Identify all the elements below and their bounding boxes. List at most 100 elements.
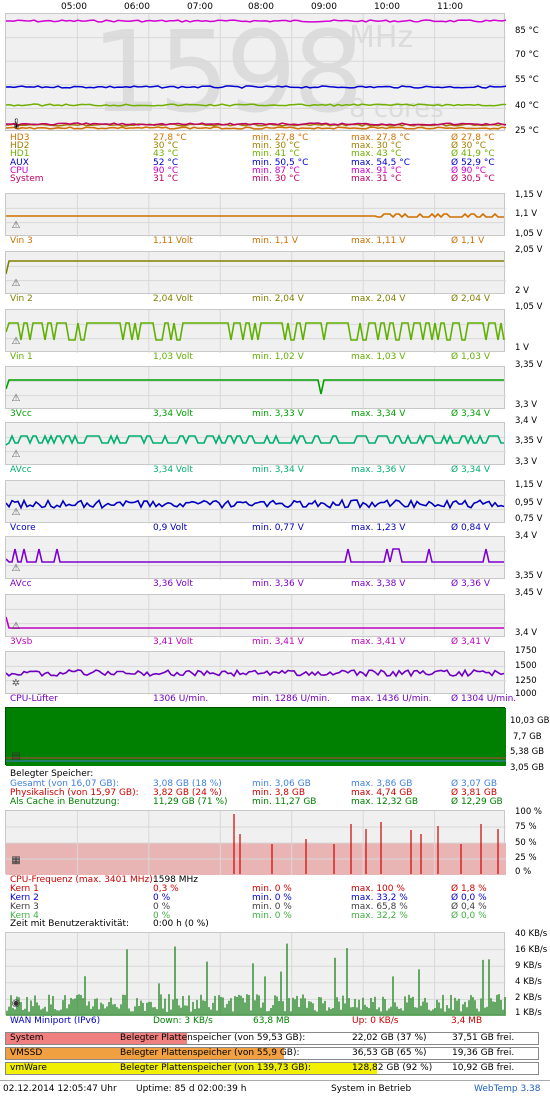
voltage-sensor-icon: ⚠ (11, 507, 21, 518)
fan-name: CPU-Lüfter (10, 694, 58, 704)
series-line (6, 260, 504, 275)
temperature-series-line (6, 126, 506, 130)
voltage-max: max. 1,11 V (351, 236, 406, 246)
axis-label: 0,75 V (515, 514, 543, 524)
voltage-name: Vin 1 (10, 352, 33, 362)
series-line (6, 616, 504, 629)
voltage-min: min. 3,34 V (252, 465, 304, 475)
axis-label: 1,15 V (515, 480, 543, 490)
voltage-chart (5, 422, 506, 466)
memory-avg: Ø 12,29 GB (451, 797, 503, 807)
temp-max: max. 31 °C (351, 174, 402, 184)
network-down: Down: 3 KB/s (153, 1016, 213, 1026)
axis-label: 9 KB/s (515, 961, 542, 971)
cpu-core-min: min. 0 % (252, 911, 292, 921)
axis-label: 3,35 V (515, 436, 543, 446)
voltage-name: 3Vcc (10, 409, 32, 419)
disk-free: 10,92 GB frei. (452, 1063, 515, 1073)
disk-name: System (10, 1033, 44, 1043)
voltage-avg: Ø 3,41 V (451, 637, 491, 647)
voltage-cur: 3,34 Volt (153, 465, 193, 475)
axis-label: 3,05 GB (510, 763, 545, 773)
voltage-cur: 2,04 Volt (153, 294, 193, 304)
voltage-min: min. 3,41 V (252, 637, 304, 647)
user-activity-value: 0:00 h (0 %) (153, 919, 209, 929)
fan-icon: ✲ (11, 678, 21, 689)
webtemp-link[interactable]: WebTemp 3.38 (474, 1084, 541, 1095)
time-label: 05:00 (61, 2, 87, 12)
network-adapter: WAN Miniport (IPv6) (10, 1016, 101, 1026)
temp-name: System (10, 174, 44, 184)
axis-label: 85 °C (515, 26, 539, 36)
voltage-chart (5, 594, 506, 638)
axis-label: 2 KB/s (515, 993, 542, 1003)
time-label: 10:00 (374, 2, 400, 12)
voltage-name: Vcore (10, 523, 36, 533)
memory-min: min. 11,27 GB (252, 797, 317, 807)
voltage-sensor-icon: ⚠ (11, 393, 21, 404)
axis-label: 3,4 V (515, 531, 538, 541)
voltage-chart (5, 309, 506, 353)
network-up: Up: 0 KB/s (352, 1016, 399, 1026)
thermometer-icon: 🌡 (10, 119, 23, 130)
temperature-series-line (6, 103, 506, 107)
voltage-avg: Ø 0,84 V (451, 523, 491, 533)
disk-label: Belegter Plattenspeicher (von 55,9 GB): (120, 1048, 300, 1058)
series-line (6, 668, 505, 678)
series-line (6, 212, 504, 219)
axis-label: 1000 (515, 689, 537, 699)
axis-label: 2 V (515, 286, 529, 296)
memory-chart (5, 707, 506, 766)
voltage-avg: Ø 3,36 V (451, 579, 491, 589)
voltage-min: min. 3,33 V (252, 409, 304, 419)
axis-label: 25 °C (515, 126, 539, 136)
disk-label: Belegter Plattenspeicher (von 59,53 GB): (120, 1033, 306, 1043)
disk-used: 22,02 GB (37 %) (352, 1033, 427, 1043)
voltage-name: AVcc (10, 465, 32, 475)
axis-label: 1750 (515, 646, 537, 656)
network-up-total: 3,4 MB (451, 1016, 483, 1026)
network-icon: ◉ (11, 998, 21, 1009)
axis-label: 1,1 V (515, 209, 538, 219)
voltage-cur: 3,34 Volt (153, 409, 193, 419)
footer-status: System in Betrieb (331, 1084, 412, 1094)
disk-label: Belegter Plattenspeicher (von 139,73 GB)… (120, 1063, 311, 1073)
voltage-min: min. 2,04 V (252, 294, 304, 304)
voltage-name: 3Vsb (10, 637, 33, 647)
voltage-name: Vin 2 (10, 294, 33, 304)
axis-label: 3,45 V (515, 588, 543, 598)
memory-icon: ▤ (11, 751, 21, 762)
voltage-avg: Ø 3,34 V (451, 465, 491, 475)
disk-name: VMSSD (10, 1048, 43, 1058)
voltage-max: max. 3,34 V (351, 409, 406, 419)
temperature-series-line (6, 19, 506, 23)
voltage-cur: 0,9 Volt (153, 523, 188, 533)
fan-min: min. 1286 U/min. (252, 694, 330, 704)
axis-label: 3,35 V (515, 571, 543, 581)
voltage-max: max. 3,38 V (351, 579, 406, 589)
axis-label: 1500 (515, 661, 537, 671)
axis-label: 2,05 V (515, 245, 543, 255)
voltage-avg: Ø 3,34 V (451, 409, 491, 419)
disk-free: 37,51 GB frei. (452, 1033, 515, 1043)
voltage-cur: 3,36 Volt (153, 579, 193, 589)
voltage-cur: 1,11 Volt (153, 236, 193, 246)
voltage-sensor-icon: ⚠ (11, 278, 21, 289)
axis-label: 10,03 GB (510, 716, 550, 726)
fan-max: max. 1436 U/min. (351, 694, 432, 704)
memory-max: max. 12,32 GB (351, 797, 419, 807)
axis-label: 5,38 GB (510, 747, 545, 757)
network-down-total: 63,8 MB (253, 1016, 290, 1026)
axis-label: 3,3 V (515, 400, 538, 410)
axis-label: 75 % (515, 822, 537, 832)
axis-label: 3,3 V (515, 457, 538, 467)
axis-label: 0 % (515, 867, 532, 877)
voltage-sensor-icon: ⚠ (11, 336, 21, 347)
voltage-avg: Ø 2,04 V (451, 294, 491, 304)
disk-used: 128,82 GB (92 %) (352, 1063, 433, 1073)
axis-label: 3,35 V (515, 360, 543, 370)
axis-label: 3,4 V (515, 628, 538, 638)
voltage-min: min. 1,02 V (252, 352, 304, 362)
axis-label: 25 % (515, 853, 537, 863)
voltage-sensor-icon: ⚠ (11, 449, 21, 460)
